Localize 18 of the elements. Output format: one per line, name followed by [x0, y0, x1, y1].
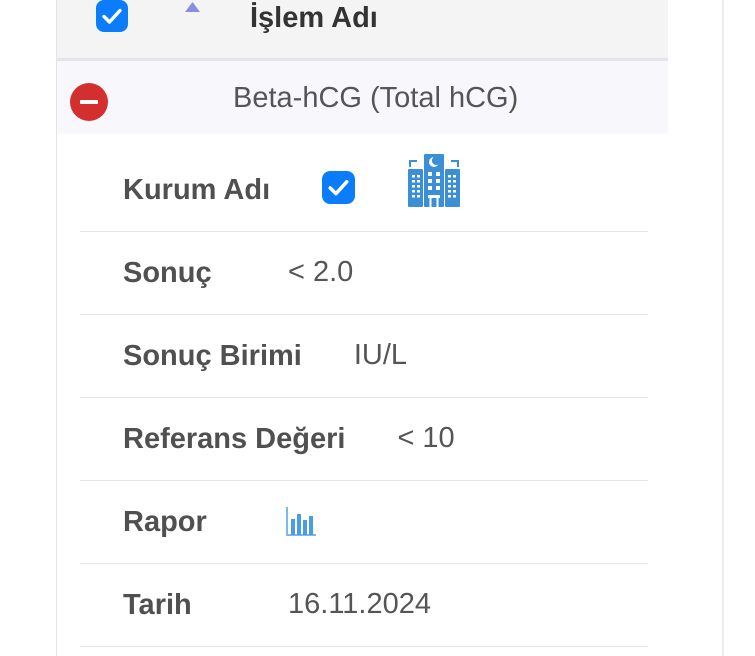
- row-title: Beta-hCG (Total hCG): [233, 82, 518, 115]
- field-value: 16.11.2024: [288, 586, 431, 620]
- field-value: < 2.0: [288, 254, 354, 288]
- field-label: Rapor: [123, 506, 207, 538]
- field-value: < 10: [397, 420, 455, 454]
- field-label: Sonuç Birimi: [123, 340, 302, 372]
- field-label: Sonuç: [123, 257, 212, 289]
- sort-ascending-icon[interactable]: [185, 2, 200, 12]
- field-label: Tarih: [123, 589, 192, 621]
- field-label: Referans Değeri: [123, 423, 346, 455]
- field-label: Kurum Adı: [123, 174, 270, 206]
- collapse-minus-icon[interactable]: [70, 82, 108, 120]
- field-value: IU/L: [354, 338, 408, 372]
- column-header[interactable]: İşlem Adı: [250, 0, 378, 36]
- hospital-building-icon: [407, 153, 462, 207]
- bar-chart-icon[interactable]: [286, 506, 316, 536]
- checkbox[interactable]: [96, 0, 128, 32]
- checkbox[interactable]: [322, 170, 356, 204]
